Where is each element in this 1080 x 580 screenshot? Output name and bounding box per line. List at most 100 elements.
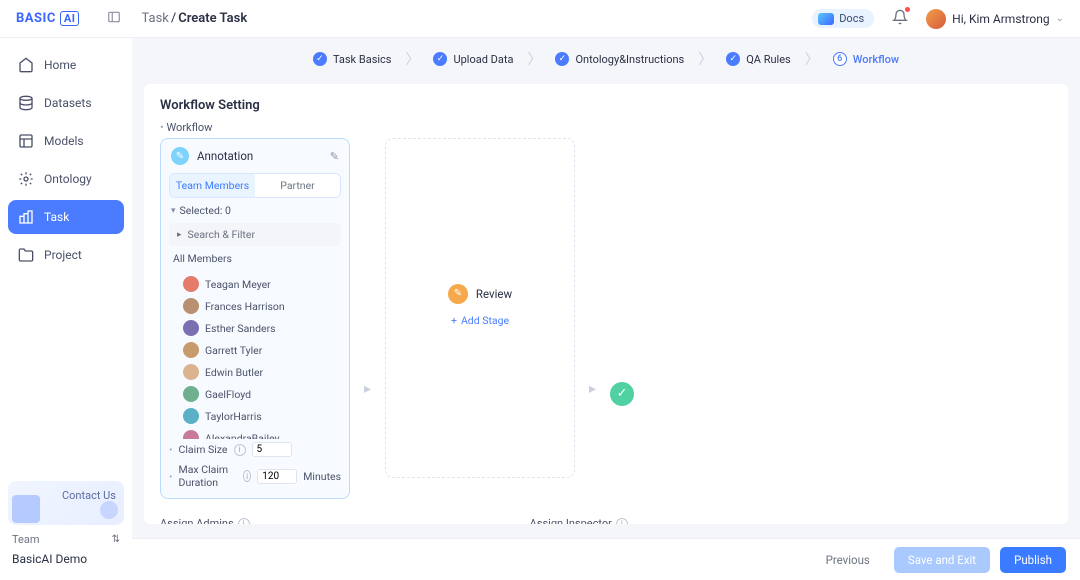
member-name: Frances Harrison [205,300,285,313]
selected-count[interactable]: Selected: 0 [161,198,349,223]
avatar [183,408,199,424]
member-list[interactable]: Teagan Meyer Frances Harrison Esther Sande… [161,271,349,439]
logo-text-ai: AI [60,11,80,26]
max-claim-input[interactable] [257,469,297,484]
sidebar-item-datasets[interactable]: Datasets [8,86,124,120]
main: ✓ Task Basics 〉 ✓ Upload Data 〉 ✓Ontology&Inst… [132,38,1080,580]
sidebar-item-label: Project [44,248,82,262]
info-icon: i [616,518,628,525]
flow-arrow-icon: ▸ [364,241,371,397]
step-arrow-icon: 〉 [805,49,819,69]
step-arrow-icon: 〉 [405,49,419,69]
chat-bubble-icon [100,501,118,519]
step-dot-icon: 6 [833,52,847,66]
contact-us-card[interactable]: Contact Us [8,481,124,525]
step-dot-icon: ✓ [726,52,740,66]
member-name: Esther Sanders [205,322,276,335]
add-stage-label: Add Stage [461,314,509,327]
member-row[interactable]: Edwin Butler [161,361,349,383]
step-qa-rules[interactable]: ✓QA Rules [720,52,797,66]
sidebar: Home Datasets Models Ontology Task Project Co… [0,38,132,580]
logo[interactable]: BASIC AI [16,11,79,26]
step-arrow-icon: 〉 [698,49,712,69]
member-row[interactable]: Teagan Meyer [161,273,349,295]
step-label: Workflow [853,53,899,66]
step-ontology-instructions[interactable]: ✓Ontology&Instructions [549,52,690,66]
workflow-flow: ✎ Annotation ✎ Team Members Partner Sele… [160,138,1052,499]
done-icon: ✓ [610,382,634,406]
member-row[interactable]: GaelFloyd [161,383,349,405]
tab-team-members[interactable]: Team Members [170,174,255,197]
avatar [183,430,199,439]
sidebar-item-label: Ontology [44,172,92,186]
sidebar-item-models[interactable]: Models [8,124,124,158]
add-stage-button[interactable]: + Add Stage [451,314,509,327]
member-name: Teagan Meyer [205,278,271,291]
home-icon [18,57,34,73]
previous-button[interactable]: Previous [812,547,884,573]
tab-partner[interactable]: Partner [255,174,340,197]
team-name: BasicAI Demo [8,548,124,570]
search-filter[interactable]: Search & Filter [169,223,341,246]
step-workflow[interactable]: 6 Workflow [827,52,905,66]
team-switch-icon: ⇅ [112,534,120,545]
docs-button[interactable]: Docs [812,9,874,28]
assign-inspector[interactable]: Assign Inspectori [530,517,628,524]
claim-size-input[interactable] [252,442,292,457]
step-upload-data[interactable]: ✓ Upload Data [427,52,519,66]
step-label: Task Basics [333,53,392,66]
notifications-icon[interactable] [892,9,908,29]
publish-button[interactable]: Publish [1000,547,1066,573]
member-row[interactable]: Esther Sanders [161,317,349,339]
review-icon: ✎ [448,284,468,304]
step-dot-icon: ✓ [433,52,447,66]
sidebar-item-project[interactable]: Project [8,238,124,272]
member-row[interactable]: TaylorHarris [161,405,349,427]
logo-text-basic: BASIC [16,11,56,26]
sidebar-item-home[interactable]: Home [8,48,124,82]
breadcrumb-parent[interactable]: Task [141,11,168,26]
review-row: ✎ Review [448,284,512,304]
team-selector[interactable]: Team ⇅ [8,525,124,548]
breadcrumb-current: Create Task [178,11,247,26]
step-dot-icon: ✓ [313,52,327,66]
member-name: AlexandraBailey [205,432,280,440]
models-icon [18,133,34,149]
user-greeting: Hi, Kim Armstrong [952,12,1049,26]
sidebar-item-task[interactable]: Task [8,200,124,234]
assign-admins[interactable]: Assign Adminsi [160,517,250,524]
notification-dot [905,7,910,12]
project-icon [18,247,34,263]
chevron-down-icon: ⌄ [1056,13,1064,24]
sidebar-collapse-icon[interactable] [107,10,121,28]
content-panel: Workflow Setting Workflow ✎ Annotation ✎… [144,84,1068,524]
save-and-exit-button[interactable]: Save and Exit [894,547,990,573]
step-label: Upload Data [453,53,513,66]
member-row[interactable]: Frances Harrison [161,295,349,317]
team-label: Team [12,533,40,546]
avatar [183,342,199,358]
avatar [183,276,199,292]
edit-stage-icon[interactable]: ✎ [330,150,339,163]
docs-icon [818,13,834,25]
info-icon[interactable]: i [243,470,251,482]
datasets-icon [18,95,34,111]
member-row[interactable]: Garrett Tyler [161,339,349,361]
step-task-basics[interactable]: ✓ Task Basics [307,52,398,66]
claim-size-row: Claim Size i [161,439,349,460]
info-icon[interactable]: i [234,444,246,456]
member-name: GaelFloyd [205,388,251,401]
claim-size-label: Claim Size [179,443,228,456]
breadcrumb: Task / Create Task [141,11,247,26]
user-menu[interactable]: Hi, Kim Armstrong ⌄ [926,9,1064,29]
sidebar-item-ontology[interactable]: Ontology [8,162,124,196]
annotation-icon: ✎ [171,147,189,165]
step-arrow-icon: 〉 [527,49,541,69]
footer: Previous Save and Exit Publish [132,538,1080,580]
member-name: Garrett Tyler [205,344,262,357]
member-row[interactable]: AlexandraBailey [161,427,349,439]
max-claim-label: Max Claim Duration [179,463,237,489]
review-stage-card[interactable]: ✎ Review + Add Stage [385,138,575,478]
info-icon: i [238,518,250,525]
avatar [183,320,199,336]
